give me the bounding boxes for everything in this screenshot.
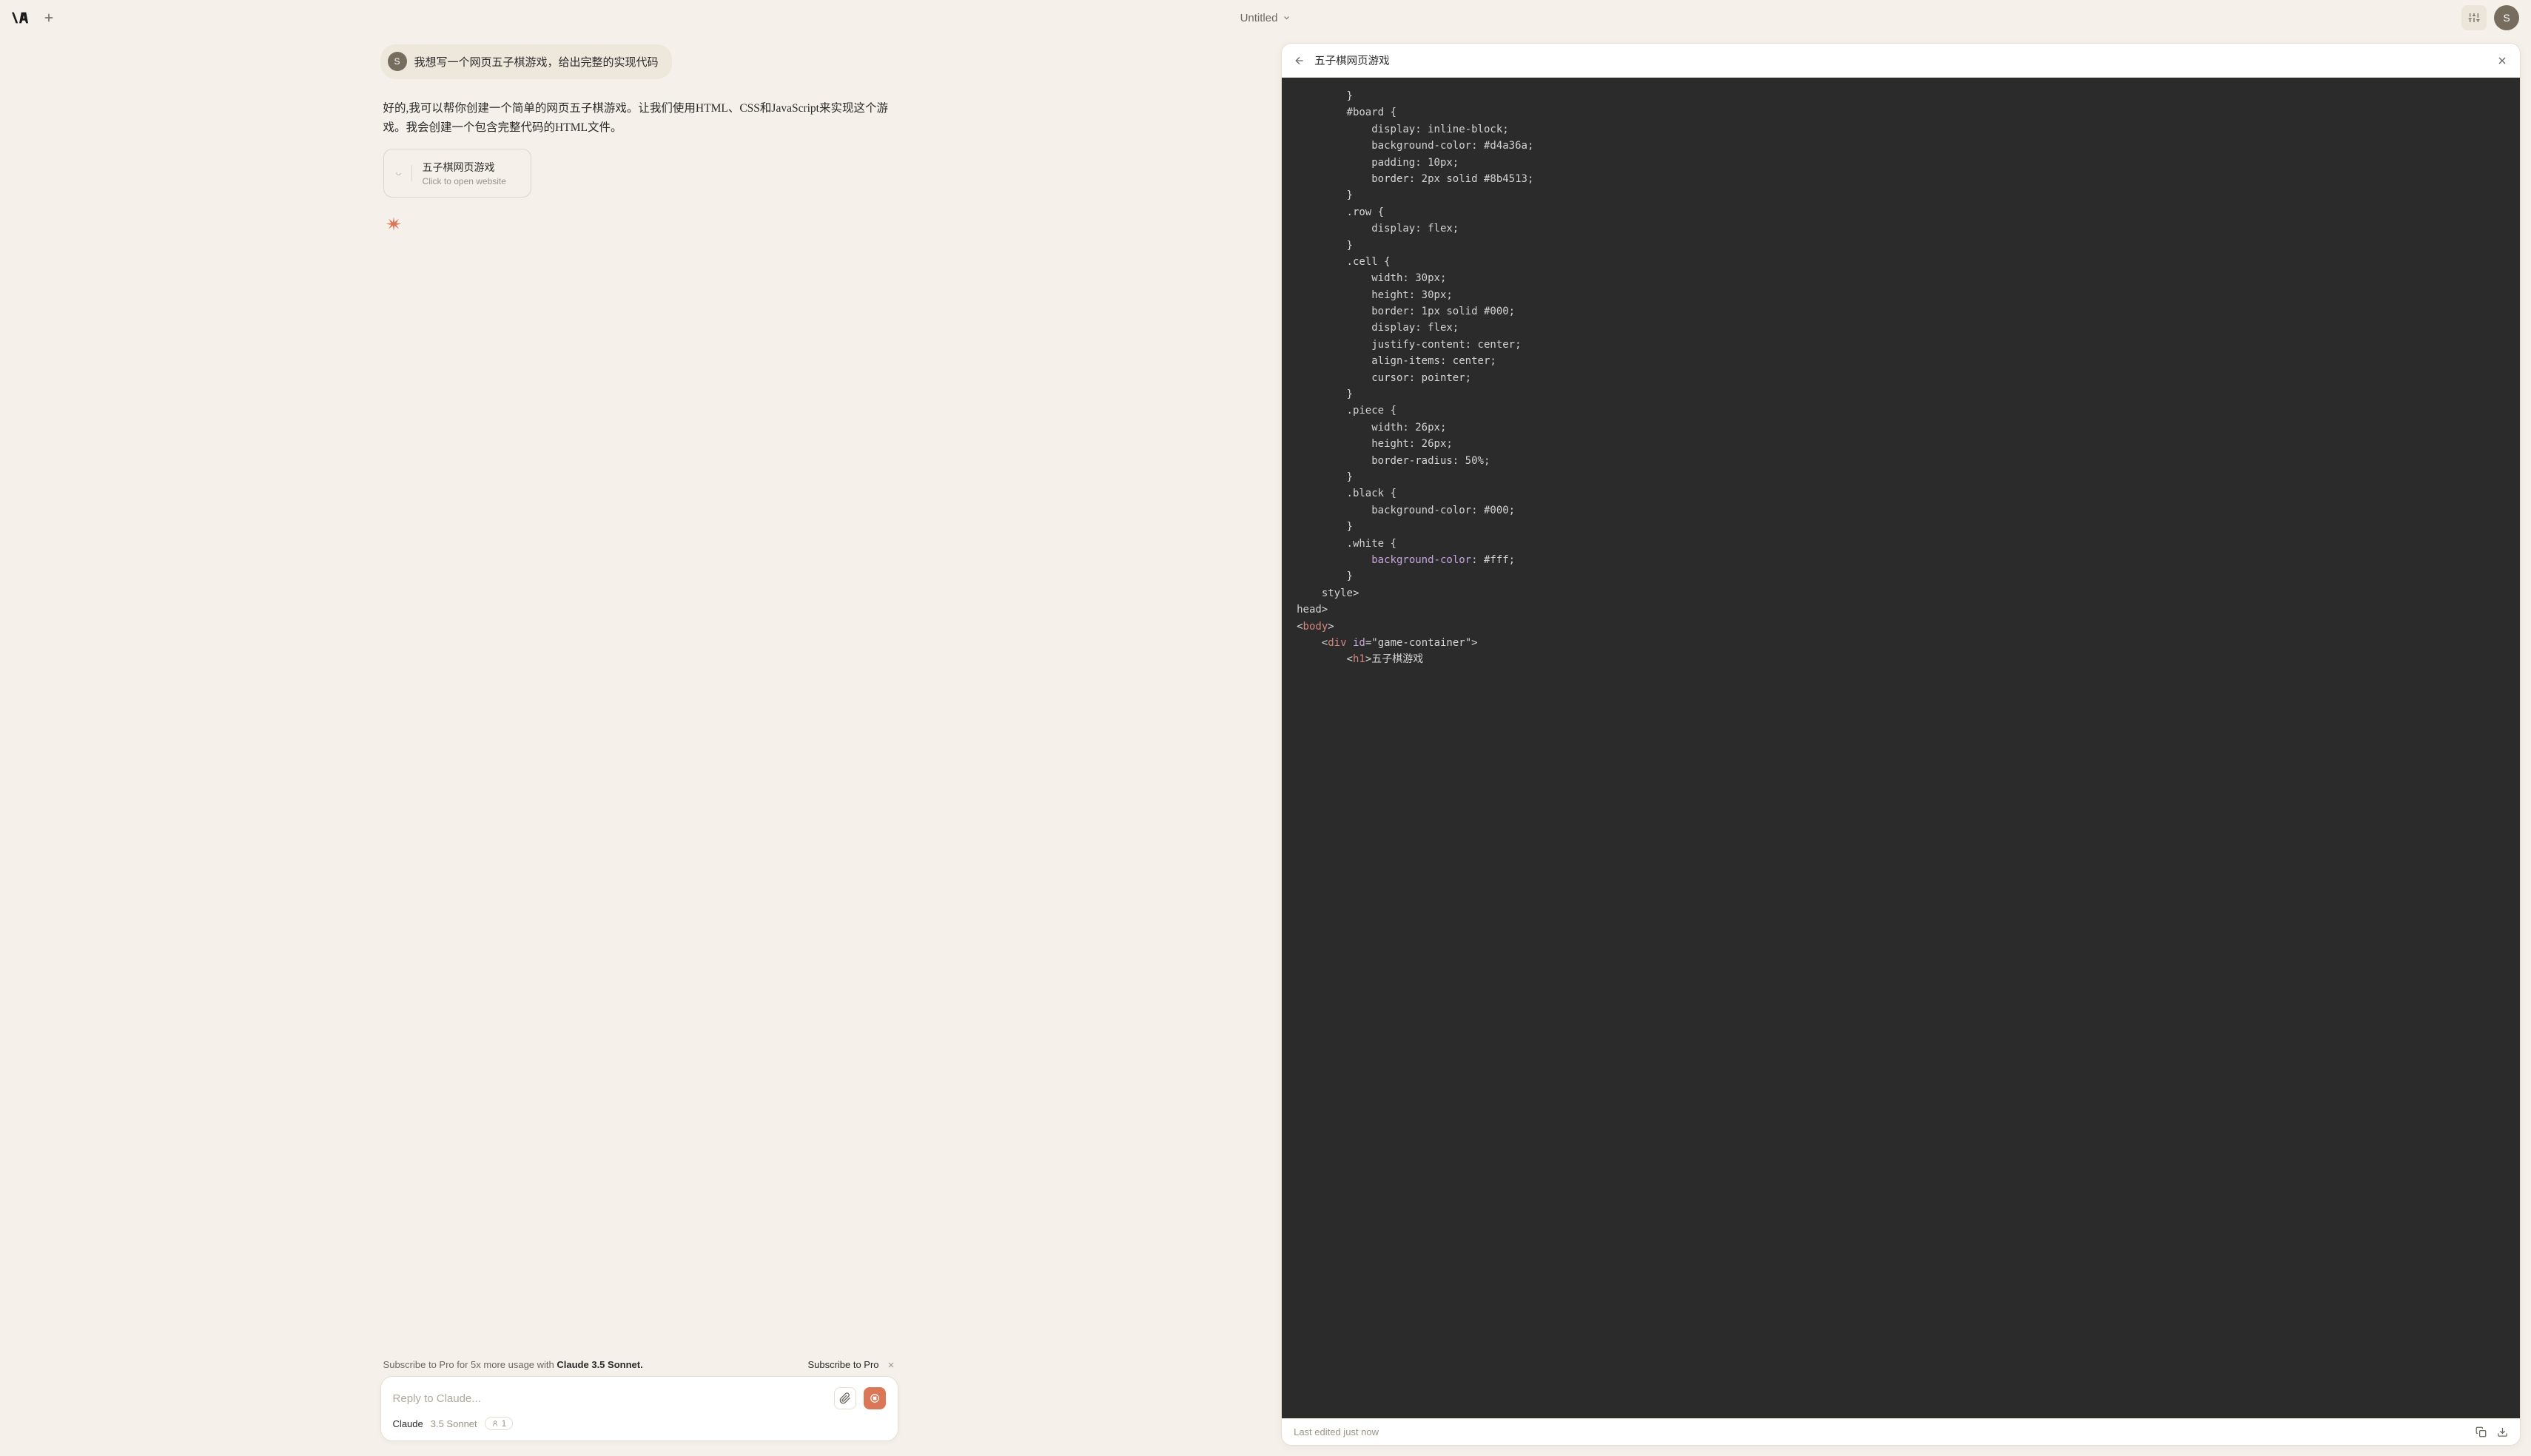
chat-title-dropdown[interactable]: Untitled (1240, 12, 1291, 24)
artifact-pane: 五子棋网页游戏 } #board { display: inline-block… (1278, 36, 2531, 1456)
code-editor[interactable]: } #board { display: inline-block; backgr… (1282, 78, 2520, 1418)
artifact-footer: Last edited just now (1282, 1418, 2520, 1445)
chat-title: Untitled (1240, 12, 1278, 24)
chat-pane: S 我想写一个网页五子棋游戏，给出完整的实现代码 好的,我可以帮你创建一个简单的… (0, 36, 1278, 1456)
starburst-icon (383, 215, 404, 236)
logo[interactable] (12, 10, 28, 26)
model-version: 3.5 Sonnet (431, 1418, 477, 1429)
attach-button[interactable] (834, 1387, 856, 1409)
arrow-left-icon (1294, 55, 1305, 67)
assistant-message: 好的,我可以帮你创建一个简单的网页五子棋游戏。让我们使用HTML、CSS和Jav… (380, 99, 898, 236)
artifact-card-title: 五子棋网页游戏 (423, 160, 506, 175)
copy-button[interactable] (2475, 1426, 2487, 1438)
stop-button[interactable] (864, 1387, 886, 1409)
download-icon (2497, 1426, 2508, 1438)
promo-close-button[interactable] (887, 1361, 895, 1369)
promo-text: Subscribe to Pro for 5x more usage with … (383, 1359, 643, 1370)
artifact-title: 五子棋网页游戏 (1314, 53, 1390, 68)
chat-input-box: Claude 3.5 Sonnet 1 (380, 1376, 898, 1441)
chevron-down-icon (1282, 13, 1291, 22)
sliders-icon (2468, 12, 2480, 24)
app-header: Untitled S (0, 0, 2531, 36)
subscribe-link[interactable]: Subscribe to Pro (807, 1359, 878, 1370)
generating-indicator (383, 215, 404, 236)
settings-button[interactable] (2461, 5, 2487, 30)
artifact-card[interactable]: 五子棋网页游戏 Click to open website (383, 149, 531, 198)
user-message-text: 我想写一个网页五子棋游戏，给出完整的实现代码 (414, 54, 659, 70)
artifact-header: 五子棋网页游戏 (1282, 44, 2520, 78)
download-button[interactable] (2497, 1426, 2508, 1438)
artifact-back-button[interactable] (1294, 55, 1305, 67)
model-name: Claude (393, 1418, 423, 1429)
stop-icon (870, 1393, 880, 1403)
assistant-message-text: 好的,我可以帮你创建一个简单的网页五子棋游戏。让我们使用HTML、CSS和Jav… (383, 99, 895, 138)
user-avatar[interactable]: S (2494, 5, 2519, 30)
copy-icon (2475, 1426, 2487, 1438)
person-icon (491, 1420, 499, 1427)
loading-spinner-icon (396, 165, 412, 181)
model-selector[interactable]: Claude 3.5 Sonnet 1 (393, 1417, 886, 1430)
close-icon (2496, 55, 2508, 67)
promo-bar: Subscribe to Pro for 5x more usage with … (380, 1359, 898, 1376)
paperclip-icon (839, 1392, 851, 1404)
artifact-card-subtitle: Click to open website (423, 176, 506, 186)
new-chat-button[interactable] (40, 9, 58, 27)
close-icon (887, 1361, 895, 1369)
artifact-status: Last edited just now (1294, 1426, 1379, 1438)
artifact-close-button[interactable] (2496, 55, 2508, 67)
chat-input[interactable] (393, 1392, 827, 1405)
message-count-badge: 1 (485, 1417, 514, 1430)
user-message-avatar: S (388, 52, 407, 71)
user-message: S 我想写一个网页五子棋游戏，给出完整的实现代码 (380, 44, 672, 78)
